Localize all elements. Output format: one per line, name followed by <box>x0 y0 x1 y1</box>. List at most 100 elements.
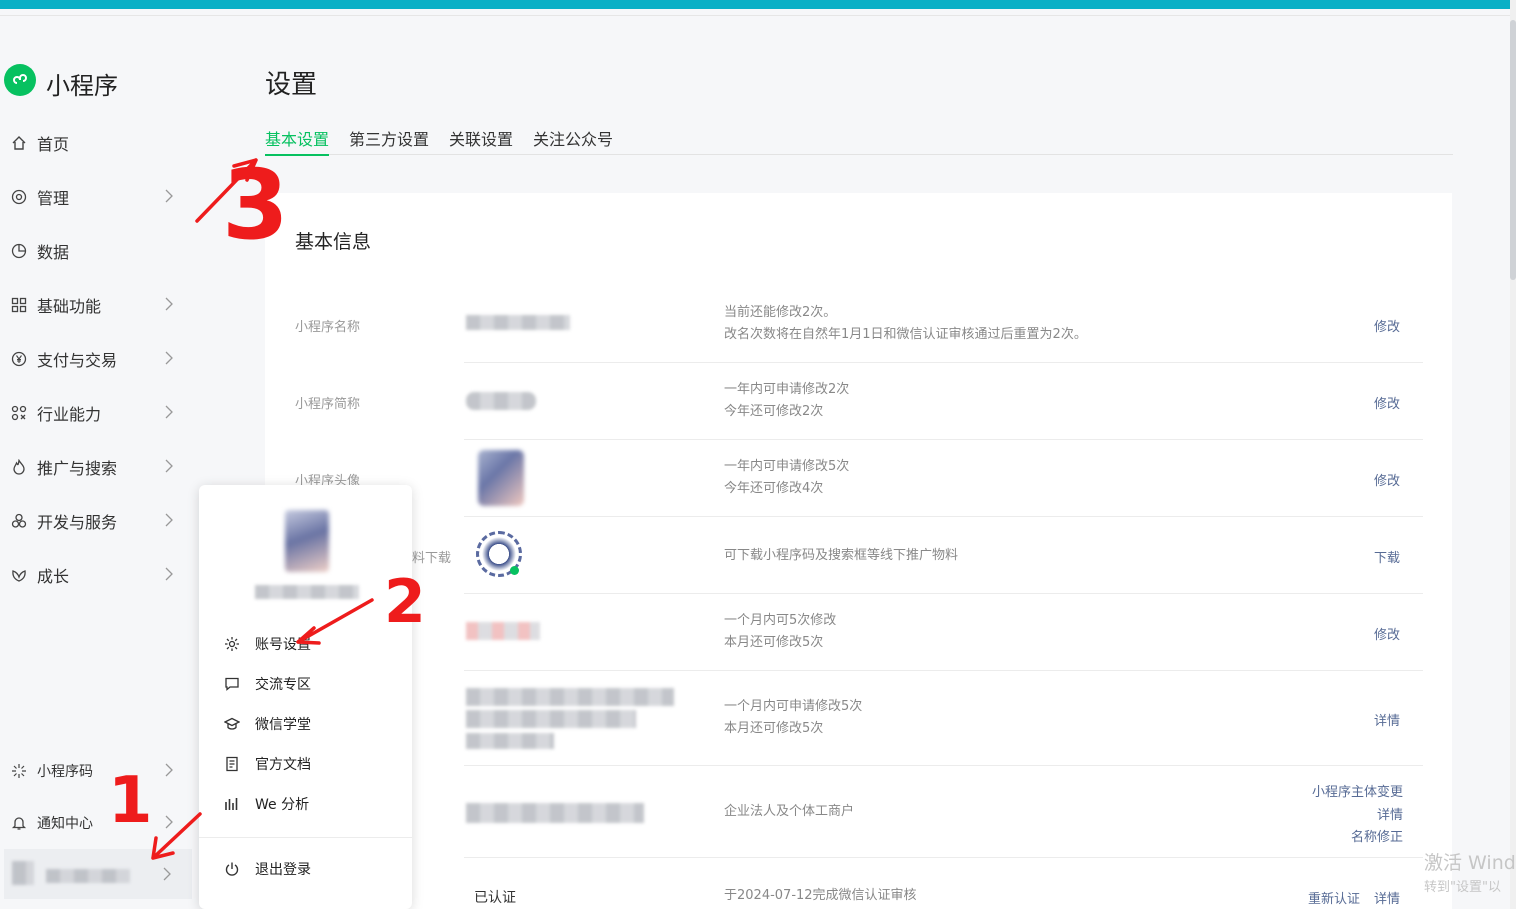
sidebar-item-payment[interactable]: 支付与交易 <box>10 344 180 374</box>
row-description: 当前还能修改2次。 改名次数将在自然年1月1日和微信认证审核通过后重置为2次。 <box>724 305 1087 342</box>
details-link[interactable]: 详情 <box>1304 804 1403 823</box>
menu-item-official-docs[interactable]: 官方文档 <box>223 751 393 777</box>
reverify-link[interactable]: 重新认证 <box>1308 888 1360 907</box>
row-description: 可下载小程序码及搜索框等线下推广物料 <box>724 548 959 563</box>
account-popup-menu: 账号设置 交流专区 微信学堂 官方文档 We 分析 退出登录 <box>199 485 412 909</box>
activation-watermark-hint: 转到"设置"以 <box>1424 880 1501 895</box>
scrollbar-thumb[interactable] <box>1510 20 1516 280</box>
table-row <box>464 593 1423 671</box>
tab-third-party-settings[interactable]: 第三方设置 <box>349 126 429 154</box>
sidebar-item-label: 推广与搜索 <box>37 459 118 478</box>
row-description: 一个月内可5次修改 本月还可修改5次 <box>724 613 837 650</box>
edit-avatar-link[interactable]: 修改 <box>1374 470 1400 489</box>
services-icon <box>10 512 28 530</box>
sidebar-item-promotion[interactable]: 推广与搜索 <box>10 452 180 482</box>
pie-chart-icon <box>10 242 28 260</box>
sidebar-item-industry[interactable]: 行业能力 <box>10 398 180 428</box>
sidebar-item-dev-services[interactable]: 开发与服务 <box>10 506 180 536</box>
chevron-right-icon <box>165 513 173 527</box>
download-materials-link[interactable]: 下载 <box>1374 547 1400 566</box>
sidebar-item-data[interactable]: 数据 <box>10 236 180 266</box>
power-icon <box>223 860 241 878</box>
sidebar-item-miniprogram-code[interactable]: 小程序码 <box>10 756 180 786</box>
menu-item-logout[interactable]: 退出登录 <box>223 856 393 882</box>
menu-item-label: 账号设置 <box>255 637 311 653</box>
menu-item-account-settings[interactable]: 账号设置 <box>223 631 393 657</box>
sidebar-item-label: 开发与服务 <box>37 513 118 532</box>
row-label: 料下载 <box>412 551 452 566</box>
bell-icon <box>10 814 28 832</box>
name-correction-link[interactable]: 名称修正 <box>1304 826 1403 845</box>
sidebar-item-label: 管理 <box>37 189 70 208</box>
qr-sparkle-icon <box>10 762 28 780</box>
chevron-right-icon <box>165 763 173 777</box>
chat-icon <box>223 675 241 693</box>
row-description: 一个月内可申请修改5次 本月还可修改5次 <box>724 699 863 736</box>
popup-avatar <box>285 510 329 572</box>
flame-icon <box>10 458 28 476</box>
chevron-right-icon <box>165 351 173 365</box>
row-description: 于2024-07-12完成微信认证审核 <box>724 888 917 903</box>
yen-icon <box>10 350 28 368</box>
annotation-arrow-3 <box>195 158 258 223</box>
avatar <box>12 861 34 885</box>
change-subject-link[interactable]: 小程序主体变更 <box>1304 781 1403 800</box>
row-description: 一年内可申请修改5次 今年还可修改4次 <box>724 459 850 496</box>
value-redacted <box>466 622 540 640</box>
chevron-right-icon <box>165 815 173 829</box>
sidebar-item-manage[interactable]: 管理 <box>10 182 180 212</box>
sidebar-item-label: 通知中心 <box>37 816 93 832</box>
tab-follow-official-account[interactable]: 关注公众号 <box>533 126 613 154</box>
grid-icon <box>10 296 28 314</box>
chevron-right-icon <box>165 405 173 419</box>
edit-name-link[interactable]: 修改 <box>1374 316 1400 335</box>
sidebar-item-label: 支付与交易 <box>37 351 118 370</box>
document-icon <box>223 755 241 773</box>
analytics-icon <box>223 795 241 813</box>
tab-basic-settings[interactable]: 基本设置 <box>265 126 330 156</box>
chevron-right-icon <box>163 867 171 881</box>
header-divider <box>0 15 1510 16</box>
edit-link[interactable]: 修改 <box>1374 624 1400 643</box>
verification-status: 已认证 <box>474 890 516 906</box>
growth-icon <box>10 566 28 584</box>
value-redacted <box>466 315 570 330</box>
value-redacted <box>466 688 674 706</box>
brand-name: 小程序 <box>46 72 118 100</box>
account-menu-trigger[interactable] <box>4 849 192 899</box>
miniprogram-avatar <box>478 450 524 506</box>
value-redacted <box>466 392 536 410</box>
activation-watermark: 激活 Wind <box>1424 852 1516 874</box>
home-icon <box>10 134 28 152</box>
menu-item-wechat-academy[interactable]: 微信学堂 <box>223 711 393 737</box>
popup-divider <box>199 837 412 838</box>
sidebar-item-label: 首页 <box>37 135 70 154</box>
window-top-bar <box>0 0 1510 9</box>
table-row <box>464 362 1423 440</box>
sidebar-item-home[interactable]: 首页 <box>10 128 180 158</box>
details-link[interactable]: 详情 <box>1374 710 1400 729</box>
sidebar-item-label: 数据 <box>37 243 70 262</box>
industry-icon <box>10 404 28 422</box>
edit-short-name-link[interactable]: 修改 <box>1374 393 1400 412</box>
value-redacted <box>466 733 554 749</box>
menu-item-label: We 分析 <box>255 797 310 813</box>
menu-item-label: 退出登录 <box>255 862 311 878</box>
table-row <box>464 439 1423 517</box>
menu-item-label: 交流专区 <box>255 677 311 693</box>
sidebar-item-notifications[interactable]: 通知中心 <box>10 808 180 838</box>
sidebar-item-label: 基础功能 <box>37 297 102 316</box>
menu-item-community[interactable]: 交流专区 <box>223 671 393 697</box>
sidebar-item-growth[interactable]: 成长 <box>10 560 180 590</box>
details-link[interactable]: 详情 <box>1374 888 1400 907</box>
menu-item-we-analytics[interactable]: We 分析 <box>223 791 393 817</box>
chevron-right-icon <box>165 189 173 203</box>
row-description: 一年内可申请修改2次 今年还可修改2次 <box>724 382 850 419</box>
chevron-right-icon <box>165 459 173 473</box>
tab-linked-settings[interactable]: 关联设置 <box>449 126 513 154</box>
row-label: 小程序名称 <box>295 320 361 335</box>
sidebar-item-basic-features[interactable]: 基础功能 <box>10 290 180 320</box>
sidebar-item-label: 小程序码 <box>37 764 93 780</box>
row-description: 企业法人及个体工商户 <box>724 804 855 819</box>
wechat-badge-icon <box>510 566 519 575</box>
